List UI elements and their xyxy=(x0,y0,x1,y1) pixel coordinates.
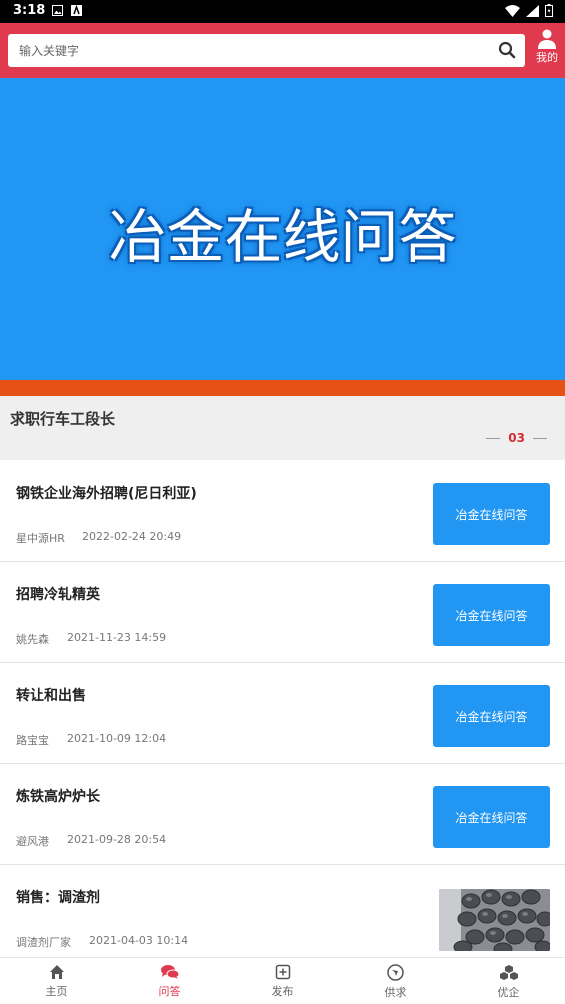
item-author: 星中源HR xyxy=(16,532,65,545)
notice-bar[interactable]: 求职行车工段长 03 xyxy=(0,396,565,460)
notice-pager: 03 xyxy=(486,431,547,445)
tab-publish[interactable]: 发布 xyxy=(226,958,339,1004)
home-icon xyxy=(49,965,64,979)
search-placeholder: 输入关键字 xyxy=(19,44,80,58)
status-notifications xyxy=(52,5,82,16)
item-title: 炼铁高炉炉长 xyxy=(16,789,100,805)
item-date: 2021-09-28 20:54 xyxy=(67,833,167,846)
search-input[interactable]: 输入关键字 xyxy=(8,34,525,67)
compass-icon xyxy=(387,964,404,981)
item-title: 销售：调渣剂 xyxy=(16,890,100,906)
list-item[interactable]: 销售：调渣剂 调渣剂厂家 2021-04-03 10:14 xyxy=(0,865,565,966)
bottom-tab-bar: 主页 问答 发布 供求 优企 xyxy=(0,957,565,1004)
tab-label: 发布 xyxy=(271,985,294,998)
pager-dash-left xyxy=(486,437,501,439)
list-item[interactable]: 招聘冷轧精英 姚先森 2021-11-23 14:59 冶金在线问答 xyxy=(0,562,565,663)
app-notification-icon xyxy=(71,5,82,16)
search-icon[interactable] xyxy=(498,41,516,59)
image-notification-icon xyxy=(52,5,63,16)
item-thumbnail: 冶金在线问答 xyxy=(433,685,550,747)
item-author: 姚先森 xyxy=(16,633,49,646)
mine-button[interactable]: 我的 xyxy=(529,29,565,73)
qa-list: 钢铁企业海外招聘(尼日利亚) 星中源HR 2022-02-24 20:49 冶金… xyxy=(0,461,565,966)
status-bar: 3:18 xyxy=(0,0,565,23)
list-item[interactable]: 钢铁企业海外招聘(尼日利亚) 星中源HR 2022-02-24 20:49 冶金… xyxy=(0,461,565,562)
briquette-photo xyxy=(439,889,550,951)
item-thumbnail: 冶金在线问答 xyxy=(433,786,550,848)
mine-label: 我的 xyxy=(536,51,558,64)
banner-title: 冶金在线问答 xyxy=(108,203,457,271)
tab-label: 主页 xyxy=(45,985,68,998)
item-thumbnail: 冶金在线问答 xyxy=(433,584,550,646)
item-title: 转让和出售 xyxy=(16,688,86,704)
cubes-icon xyxy=(499,965,518,980)
item-thumbnail: 冶金在线问答 xyxy=(433,483,550,545)
tab-label: 供求 xyxy=(384,986,407,999)
banner-divider xyxy=(0,380,565,396)
item-date: 2021-10-09 12:04 xyxy=(67,732,167,745)
pager-number: 03 xyxy=(508,431,525,445)
item-title: 招聘冷轧精英 xyxy=(16,587,100,603)
wifi-icon xyxy=(505,4,520,17)
tab-enterprise[interactable]: 优企 xyxy=(452,958,565,1004)
app-header: 输入关键字 我的 xyxy=(0,23,565,78)
item-date: 2021-04-03 10:14 xyxy=(89,934,189,947)
list-item[interactable]: 炼铁高炉炉长 避风港 2021-09-28 20:54 冶金在线问答 xyxy=(0,764,565,865)
plus-square-icon xyxy=(275,964,290,980)
battery-icon xyxy=(545,4,553,17)
item-author: 路宝宝 xyxy=(16,734,49,747)
signal-icon xyxy=(526,4,539,17)
item-date: 2021-11-23 14:59 xyxy=(67,631,167,644)
tab-qa[interactable]: 问答 xyxy=(113,958,226,1004)
item-date: 2022-02-24 20:49 xyxy=(82,530,182,543)
tab-home[interactable]: 主页 xyxy=(0,958,113,1004)
tab-label: 问答 xyxy=(158,985,181,998)
user-icon xyxy=(538,29,556,49)
item-title: 钢铁企业海外招聘(尼日利亚) xyxy=(16,486,197,502)
item-photo xyxy=(439,889,550,951)
tab-supply[interactable]: 供求 xyxy=(339,958,452,1004)
tab-label: 优企 xyxy=(497,986,520,999)
item-author: 调渣剂厂家 xyxy=(16,936,71,949)
chat-icon xyxy=(160,965,179,979)
notice-text: 求职行车工段长 xyxy=(10,410,116,428)
pager-dash-right xyxy=(533,437,547,439)
status-system-icons xyxy=(505,4,553,17)
list-item[interactable]: 转让和出售 路宝宝 2021-10-09 12:04 冶金在线问答 xyxy=(0,663,565,764)
banner[interactable]: 冶金在线问答 xyxy=(0,78,565,380)
status-time: 3:18 xyxy=(13,3,46,18)
item-author: 避风港 xyxy=(16,835,49,848)
